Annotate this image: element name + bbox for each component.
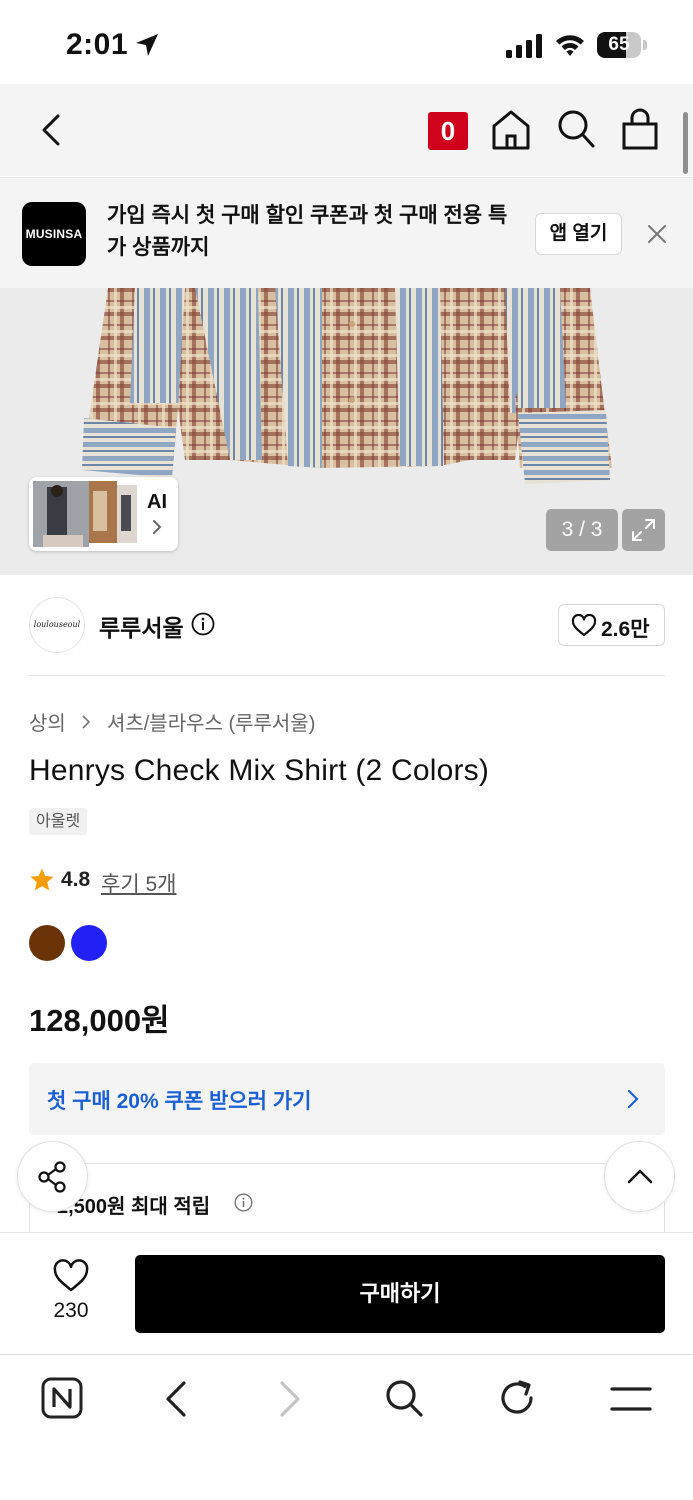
banner-message: 가입 즉시 첫 구매 할인 쿠폰과 첫 구매 전용 특가 상품까지 xyxy=(107,204,508,259)
location-arrow-icon xyxy=(136,34,158,56)
reload-icon[interactable] xyxy=(498,1377,538,1419)
signal-icon xyxy=(506,34,542,58)
browser-toolbar xyxy=(0,1354,693,1500)
status-bar: 2:01 65 xyxy=(0,0,693,84)
heart-icon xyxy=(571,614,597,637)
chevron-right-icon xyxy=(627,1089,639,1109)
product-title: Henrys Check Mix Shirt (2 Colors) xyxy=(29,754,490,787)
purchase-bar: 230 구매하기 xyxy=(0,1232,693,1354)
brand-name[interactable]: 루루서울 xyxy=(99,609,184,643)
ai-styling-thumbnail[interactable]: AI xyxy=(29,477,178,551)
naver-n-icon[interactable] xyxy=(41,1377,83,1419)
brand-like-count: 2.6만 xyxy=(601,618,650,641)
app-install-banner: MUSINSA 가입 즉시 첫 구매 할인 쿠폰과 첫 구매 전용 특가 상품까… xyxy=(0,177,693,288)
top-nav: 0 xyxy=(0,84,693,176)
scrollbar[interactable] xyxy=(683,112,688,174)
menu-icon[interactable] xyxy=(610,1383,652,1415)
scroll-to-top-button[interactable] xyxy=(604,1141,675,1212)
buy-button[interactable]: 구매하기 xyxy=(135,1255,665,1333)
breadcrumb-item[interactable]: 상의 xyxy=(29,707,66,736)
rating-score: 4.8 xyxy=(61,868,91,891)
status-time: 2:01 xyxy=(66,28,129,61)
home-icon[interactable] xyxy=(490,108,532,152)
share-icon xyxy=(38,1161,66,1193)
product-image[interactable]: AI 3 / 3 xyxy=(0,288,693,575)
outlet-tag: 아울렛 xyxy=(29,808,88,835)
chevron-up-icon xyxy=(627,1169,653,1184)
cart-count-badge[interactable]: 0 xyxy=(428,112,468,150)
share-button[interactable] xyxy=(17,1141,88,1212)
info-icon[interactable] xyxy=(191,612,215,636)
brand-like-button[interactable]: 2.6만 xyxy=(558,604,665,646)
forward-icon[interactable] xyxy=(276,1379,304,1419)
back-icon[interactable] xyxy=(32,108,72,152)
open-app-button[interactable]: 앱 열기 xyxy=(535,213,622,255)
expand-icon xyxy=(632,519,655,541)
breadcrumb: 상의 셔츠/블라우스 (루루서울) xyxy=(29,707,315,736)
battery-level: 65 xyxy=(608,34,630,55)
wifi-icon xyxy=(556,35,584,56)
heart-icon[interactable] xyxy=(52,1259,90,1293)
battery-icon: 65 xyxy=(597,32,647,58)
ai-label: AI xyxy=(147,491,167,513)
brand-logo[interactable]: loulouseoul xyxy=(29,597,85,653)
color-swatch-brown[interactable] xyxy=(29,925,65,961)
divider xyxy=(29,675,665,676)
color-swatch-blue[interactable] xyxy=(71,925,107,961)
product-price: 128,000원 xyxy=(29,1003,170,1038)
styling-photos xyxy=(33,481,137,547)
first-purchase-coupon-button[interactable]: 첫 구매 20% 쿠폰 받으러 가기 xyxy=(29,1063,665,1135)
image-page-indicator: 3 / 3 xyxy=(546,509,618,551)
musinsa-logo: MUSINSA xyxy=(22,202,86,266)
search-icon[interactable] xyxy=(556,108,596,150)
back-icon[interactable] xyxy=(162,1379,190,1419)
coupon-label: 첫 구매 20% 쿠폰 받으러 가기 xyxy=(47,1090,312,1113)
expand-image-button[interactable] xyxy=(622,509,665,551)
search-icon[interactable] xyxy=(384,1377,424,1419)
chevron-right-icon xyxy=(153,520,162,534)
wish-count: 230 xyxy=(53,1299,89,1322)
chevron-right-icon xyxy=(82,714,91,729)
close-icon[interactable] xyxy=(646,223,668,245)
reviews-link[interactable]: 후기 5개 xyxy=(101,868,176,898)
breadcrumb-item[interactable]: 셔츠/블라우스 (루루서울) xyxy=(107,707,315,736)
info-icon[interactable] xyxy=(234,1193,253,1212)
star-icon xyxy=(30,868,54,891)
bag-icon[interactable] xyxy=(620,108,660,152)
